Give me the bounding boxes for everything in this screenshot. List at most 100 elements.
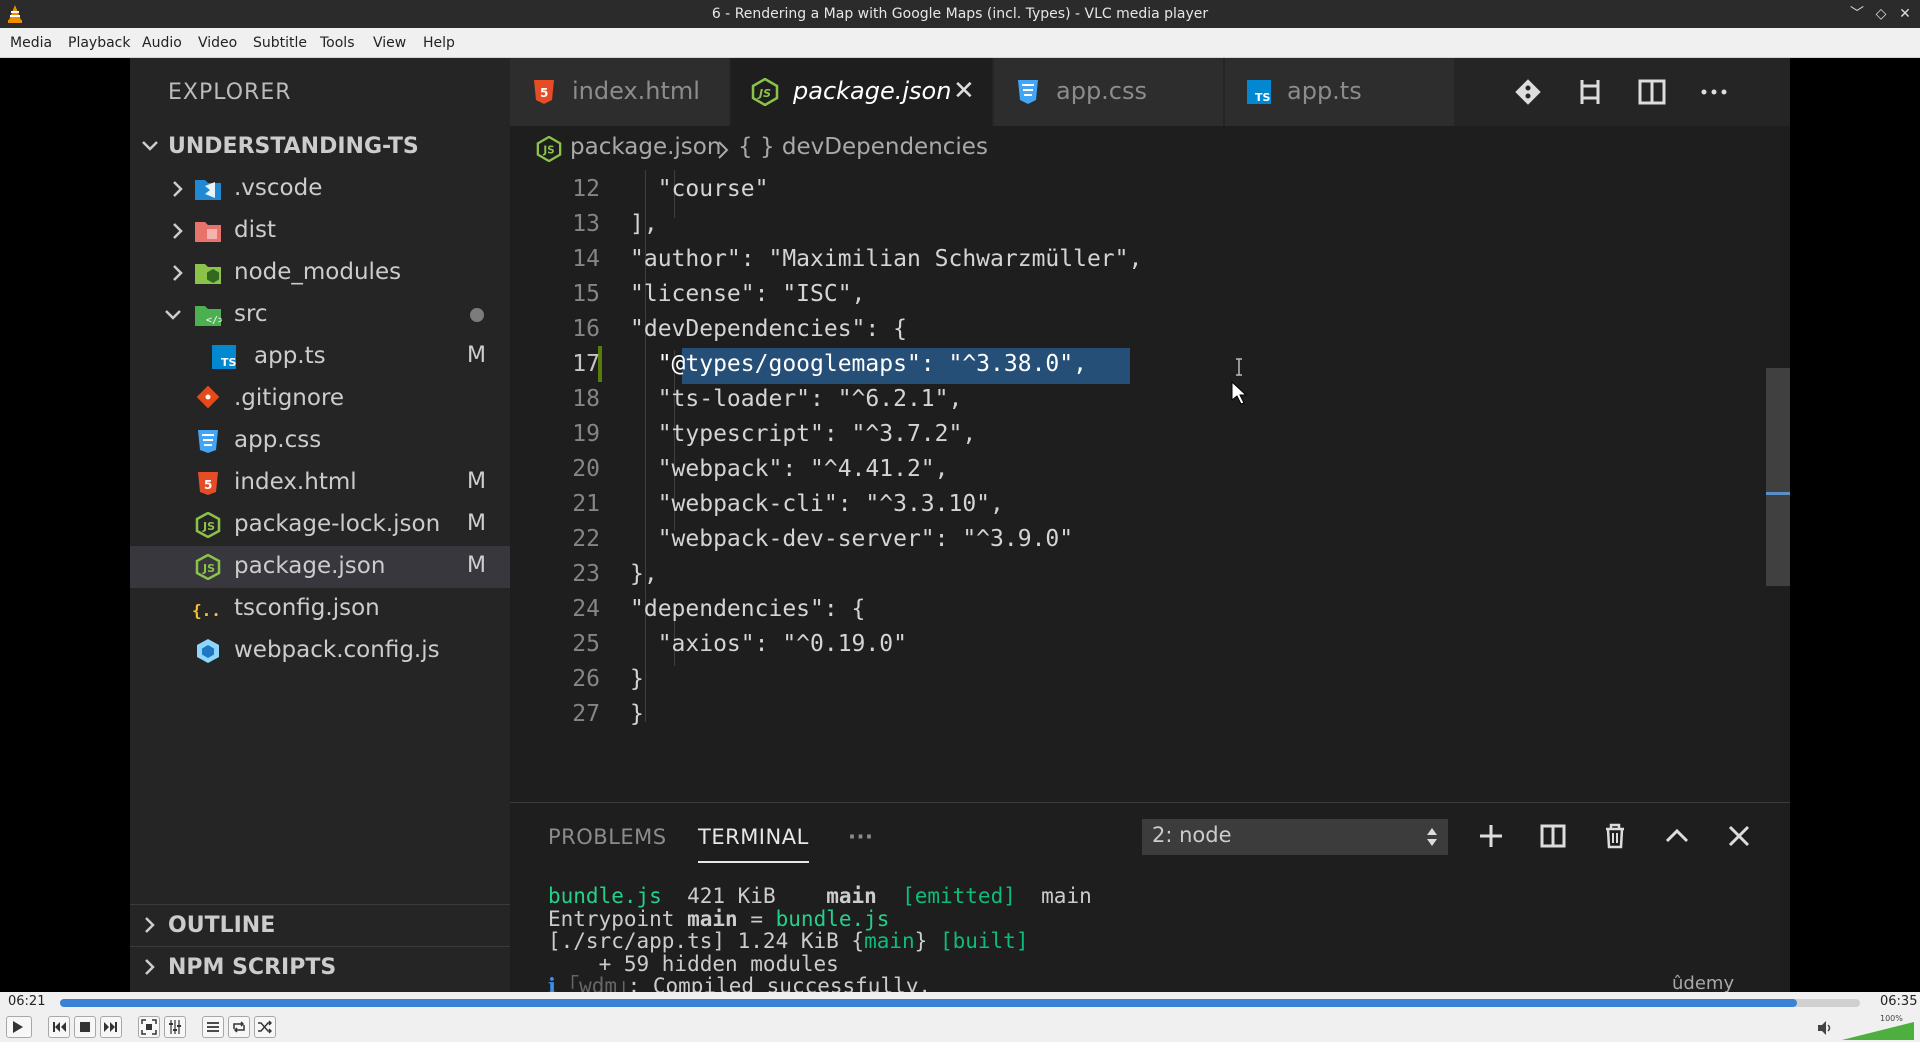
- breadcrumb-symbol[interactable]: { } devDependencies: [738, 134, 988, 160]
- stop-button[interactable]: [74, 1016, 96, 1038]
- play-button[interactable]: [6, 1016, 32, 1038]
- tree-item-label: index.html: [234, 469, 357, 495]
- tree-item-dist[interactable]: dist: [130, 210, 510, 252]
- project-section[interactable]: UNDERSTANDING-TS: [130, 126, 510, 168]
- volume-slider[interactable]: [1842, 1022, 1914, 1040]
- fullscreen-button[interactable]: [138, 1016, 160, 1038]
- menu-view[interactable]: View: [373, 35, 406, 51]
- breadcrumb-file[interactable]: package.json: [570, 134, 721, 160]
- close-panel-icon[interactable]: [1724, 821, 1754, 851]
- code-editor[interactable]: 12 "course" 13 ], 14 "author": "Maximili…: [510, 170, 1790, 802]
- volume-speaker-icon[interactable]: [1816, 1019, 1834, 1037]
- line-number: 13: [572, 211, 600, 237]
- webpack-file-icon: [197, 639, 219, 663]
- new-terminal-icon[interactable]: [1476, 821, 1506, 851]
- tree-item-label: node_modules: [234, 259, 402, 285]
- line-number: 14: [572, 246, 600, 272]
- tree-item-vscode[interactable]: .vscode: [130, 168, 510, 210]
- tree-item-app-ts[interactable]: TS app.ts M: [130, 336, 510, 378]
- window-title: 6 - Rendering a Map with Google Maps (in…: [711, 6, 1209, 22]
- next-button[interactable]: [100, 1016, 122, 1038]
- code-line: "dependencies": {: [630, 596, 866, 622]
- equalizer-icon: [169, 1020, 181, 1034]
- menu-bar: Media Playback Audio Video Subtitle Tool…: [0, 28, 1920, 58]
- playlist-button[interactable]: [202, 1016, 224, 1038]
- explorer-title: EXPLORER: [168, 80, 292, 105]
- nodejs-file-icon: JS: [195, 512, 221, 538]
- line-number: 19: [572, 421, 600, 447]
- tree-item-package-lock-json[interactable]: JS package-lock.json M: [130, 504, 510, 546]
- svg-text:{..}: {..}: [192, 601, 220, 620]
- tab-index-html[interactable]: 5 index.html: [510, 58, 730, 126]
- more-actions-icon[interactable]: [1696, 74, 1732, 110]
- npm-scripts-section[interactable]: NPM SCRIPTS: [130, 946, 510, 988]
- shuffle-button[interactable]: [254, 1016, 276, 1038]
- outline-section[interactable]: OUTLINE: [130, 904, 510, 946]
- tree-item-label: app.css: [234, 427, 322, 453]
- git-status-badge: M: [467, 343, 486, 368]
- terminal-select[interactable]: 2: node: [1142, 819, 1448, 855]
- terminal-output[interactable]: bundle.js 421 KiB main [emitted] main En…: [548, 885, 1092, 992]
- menu-playback[interactable]: Playback: [68, 35, 130, 51]
- split-terminal-icon[interactable]: [1538, 821, 1568, 851]
- code-line: "typescript": "^3.7.2",: [630, 421, 977, 447]
- tab-terminal[interactable]: TERMINAL: [698, 825, 809, 863]
- panel-more-icon[interactable]: ···: [848, 825, 873, 849]
- close-tab-icon[interactable]: ✕: [953, 76, 975, 106]
- menu-help[interactable]: Help: [423, 35, 455, 51]
- loop-button[interactable]: [228, 1016, 250, 1038]
- extended-settings-button[interactable]: [164, 1016, 186, 1038]
- term-main: main: [687, 906, 738, 931]
- chevron-right-icon: [173, 181, 183, 197]
- modified-dot-icon: [470, 308, 484, 322]
- chevron-up-icon[interactable]: [1662, 821, 1692, 851]
- menu-tools[interactable]: Tools: [320, 35, 355, 51]
- term-name: main: [1041, 884, 1092, 908]
- dist-folder-icon: [195, 222, 221, 242]
- tree-item-node-modules[interactable]: node_modules: [130, 252, 510, 294]
- minimize-icon[interactable]: ﹀: [1847, 4, 1867, 24]
- tree-item-app-css[interactable]: app.css: [130, 420, 510, 462]
- menu-audio[interactable]: Audio: [142, 35, 182, 51]
- explorer-sidebar: EXPLORER UNDERSTANDING-TS .vscode dist n…: [130, 58, 510, 992]
- tree-item-src[interactable]: </> src: [130, 294, 510, 336]
- chevron-right-icon: [718, 141, 729, 159]
- split-editor-icon[interactable]: [1634, 74, 1670, 110]
- previous-button[interactable]: [48, 1016, 70, 1038]
- tab-problems[interactable]: PROBLEMS: [548, 825, 667, 849]
- git-compare-icon[interactable]: [1510, 74, 1546, 110]
- tree-item-label: webpack.config.js: [234, 637, 440, 663]
- svg-text:TS: TS: [221, 356, 237, 369]
- editor-scrollbar[interactable]: [1766, 368, 1790, 586]
- tree-item-gitignore[interactable]: .gitignore: [130, 378, 510, 420]
- line-number: 20: [572, 456, 600, 482]
- svg-text:JS: JS: [202, 520, 215, 533]
- tab-app-css[interactable]: app.css: [994, 58, 1224, 126]
- close-window-icon[interactable]: ✕: [1895, 4, 1915, 24]
- playlist-icon: [207, 1022, 219, 1032]
- tab-package-json[interactable]: JS package.json ✕: [731, 58, 993, 126]
- video-area[interactable]: EXPLORER UNDERSTANDING-TS .vscode dist n…: [0, 58, 1920, 992]
- line-number: 22: [572, 526, 600, 552]
- tree-item-index-html[interactable]: 5 index.html M: [130, 462, 510, 504]
- line-number: 12: [572, 176, 600, 202]
- menu-video[interactable]: Video: [198, 35, 237, 51]
- term-wdm: ｢wdm｣: [568, 974, 628, 992]
- tree-item-webpack-config-js[interactable]: webpack.config.js: [130, 630, 510, 672]
- tree-item-label: dist: [234, 217, 276, 243]
- tree-item-package-json[interactable]: JS package.json M: [130, 546, 510, 588]
- vscode-folder-icon: [195, 180, 221, 200]
- term-size: 421 KiB: [687, 884, 776, 908]
- restore-icon[interactable]: ◇: [1871, 4, 1891, 24]
- menu-subtitle[interactable]: Subtitle: [253, 35, 307, 51]
- code-line: "webpack": "^4.41.2",: [630, 456, 949, 482]
- open-changes-icon[interactable]: [1572, 74, 1608, 110]
- tab-app-ts[interactable]: TS app.ts: [1225, 58, 1455, 126]
- menu-media[interactable]: Media: [10, 35, 52, 51]
- tree-item-tsconfig-json[interactable]: {..} tsconfig.json: [130, 588, 510, 630]
- trash-icon[interactable]: [1600, 821, 1630, 851]
- seek-bar[interactable]: [60, 999, 1860, 1007]
- svg-text:JS: JS: [542, 146, 554, 157]
- git-file-icon: [196, 386, 220, 409]
- udemy-watermark: ûdemy: [1672, 973, 1735, 992]
